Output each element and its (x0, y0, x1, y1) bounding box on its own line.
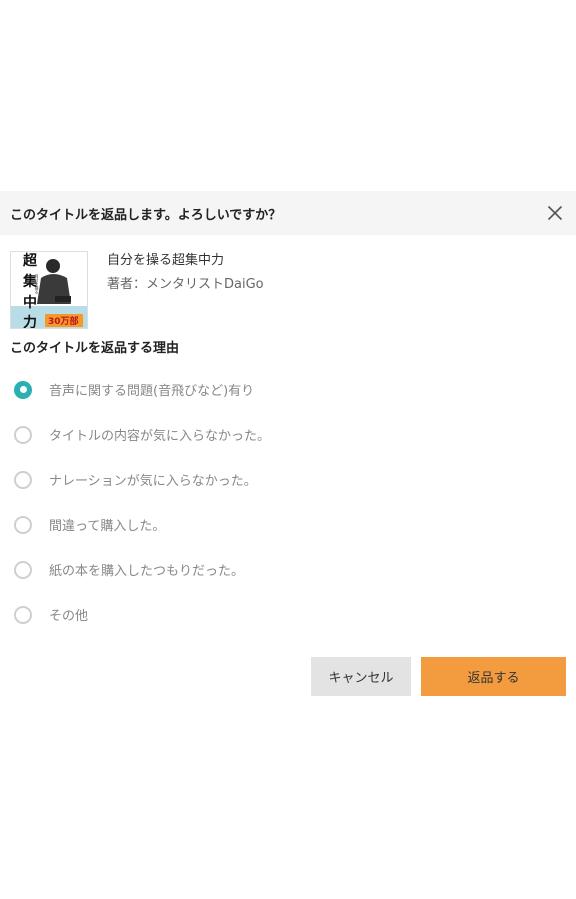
cover-char-0: 超 (22, 252, 38, 269)
book-summary: 超 集 中 力 自分を操る 30万部 自分を操る超集中力 著者：メンタリストDa… (0, 235, 576, 329)
reason-option-other[interactable]: その他 (0, 592, 576, 637)
cover-subtitle: 自分を操る (35, 273, 40, 294)
reason-option-audio[interactable]: 音声に関する問題(音飛びなど)有り (0, 367, 576, 412)
reason-option-label: 音声に関する問題(音飛びなど)有り (49, 384, 255, 399)
cover-char-2: 中 (23, 294, 37, 311)
radio-unchecked[interactable] (14, 515, 32, 534)
return-dialog: このタイトルを返品します。よろしいですか？ 超 集 中 力 自分を操る 30万部… (0, 191, 576, 696)
dialog-title: このタイトルを返品します。よろしいですか？ (10, 207, 282, 223)
reason-option-label: 間違って購入した。 (49, 519, 166, 534)
book-cover: 超 集 中 力 自分を操る 30万部 (10, 251, 88, 329)
radio-unchecked[interactable] (14, 605, 32, 624)
reason-option-narration[interactable]: ナレーションが気に入らなかった。 (0, 457, 576, 502)
cover-badge: 30万部 (48, 315, 79, 327)
dialog-buttons: キャンセル 返品する (311, 657, 566, 696)
return-button[interactable]: 返品する (421, 657, 566, 696)
reason-option-content[interactable]: タイトルの内容が気に入らなかった。 (0, 412, 576, 457)
radio-checked[interactable] (14, 380, 32, 399)
cancel-button[interactable]: キャンセル (311, 657, 411, 696)
book-cover-art: 超 集 中 力 自分を操る 30万部 (11, 252, 87, 328)
reason-option-label: タイトルの内容が気に入らなかった。 (49, 429, 271, 444)
radio-unchecked[interactable] (14, 425, 32, 444)
book-author: 著者：メンタリストDaiGo (107, 277, 264, 292)
reason-option-label: ナレーションが気に入らなかった。 (49, 474, 257, 489)
reason-option-mistake[interactable]: 間違って購入した。 (0, 502, 576, 547)
reason-option-label: 紙の本を購入したつもりだった。 (49, 564, 245, 579)
radio-unchecked[interactable] (14, 470, 32, 489)
reason-heading: このタイトルを返品する理由 (10, 341, 180, 356)
book-info: 自分を操る超集中力 著者：メンタリストDaiGo (107, 251, 264, 329)
cover-char-3: 力 (23, 314, 37, 328)
close-icon (547, 205, 563, 221)
radio-unchecked[interactable] (14, 560, 32, 579)
close-button[interactable] (542, 200, 568, 226)
reason-options: 音声に関する問題(音飛びなど)有り タイトルの内容が気に入らなかった。 ナレーシ… (0, 367, 576, 637)
reason-option-label: その他 (49, 609, 89, 624)
book-title: 自分を操る超集中力 (107, 253, 225, 268)
dialog-header: このタイトルを返品します。よろしいですか？ (0, 191, 576, 235)
reason-option-paper-book[interactable]: 紙の本を購入したつもりだった。 (0, 547, 576, 592)
